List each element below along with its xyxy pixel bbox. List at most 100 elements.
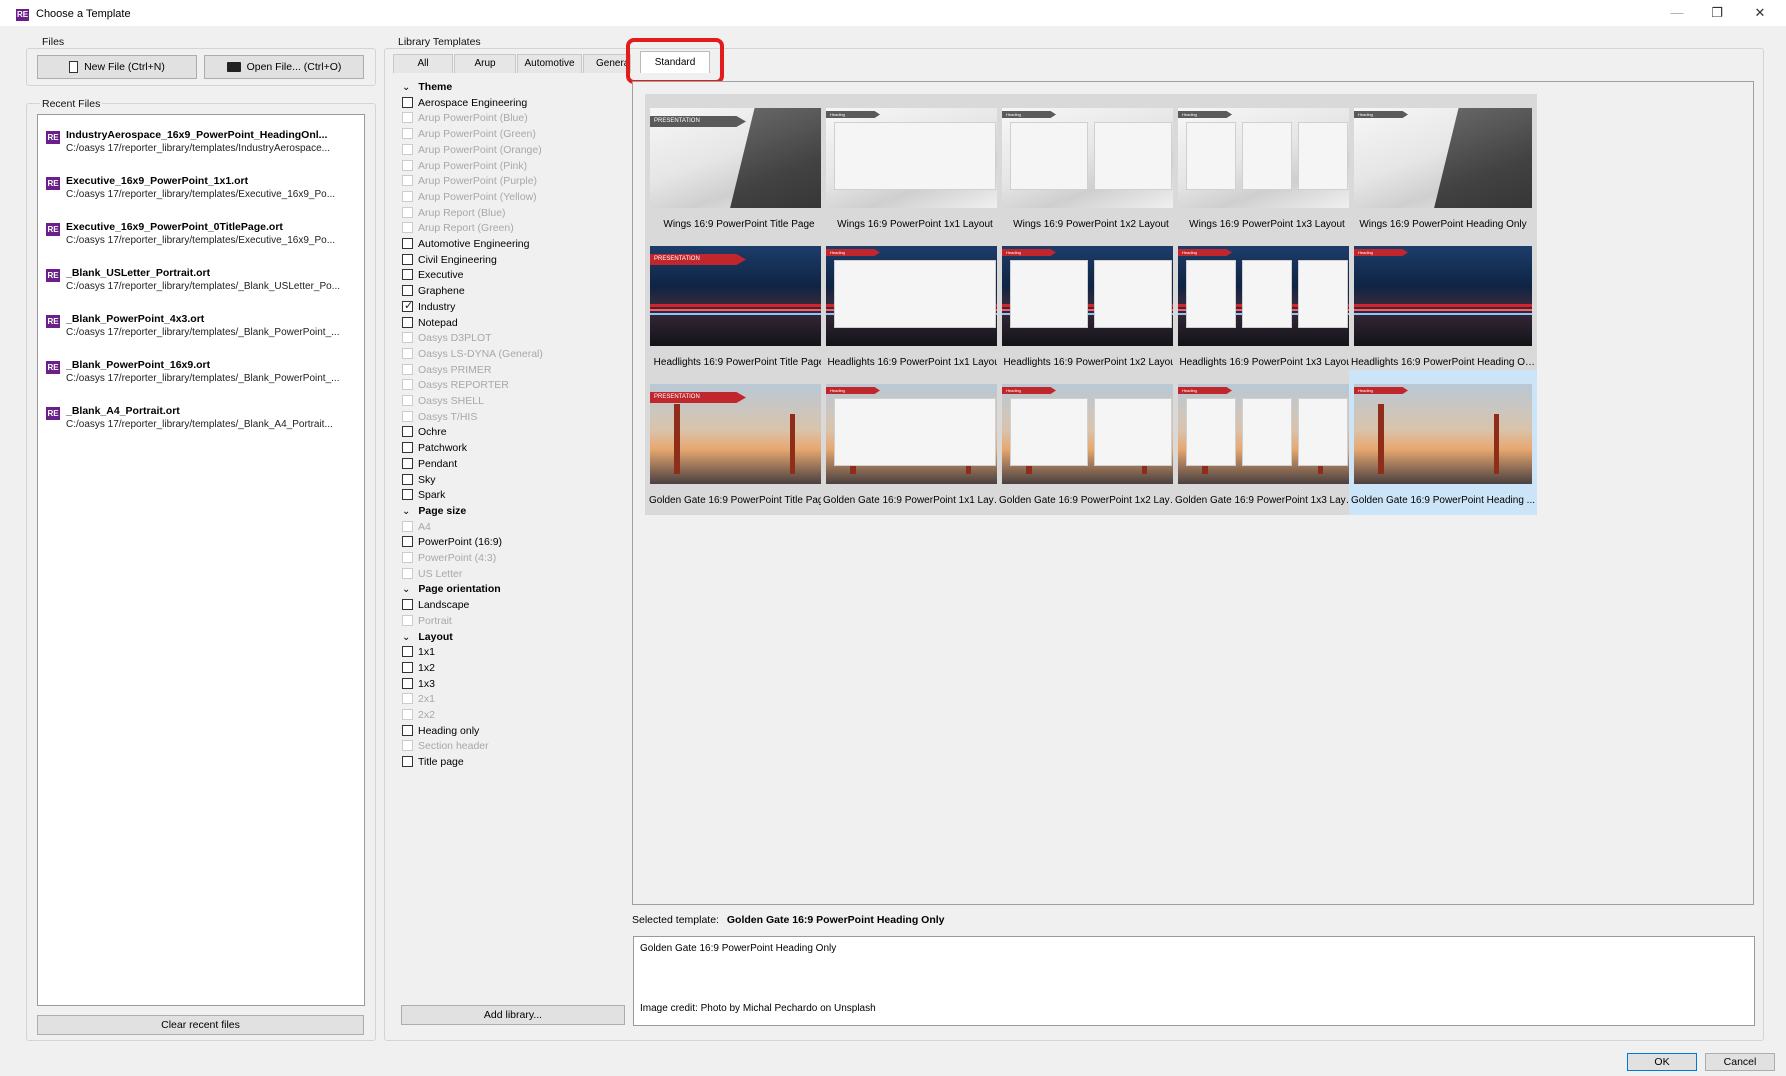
- checkbox[interactable]: [402, 677, 413, 689]
- reporter-file-icon: RE: [46, 361, 60, 374]
- checkbox[interactable]: [402, 457, 413, 469]
- ok-button[interactable]: OK: [1627, 1053, 1697, 1071]
- filter-option-label: US Letter: [418, 567, 463, 580]
- open-file-button[interactable]: Open File... (Ctrl+O): [204, 55, 364, 79]
- template-card[interactable]: Heading Wings 16:9 PowerPoint Heading Onl…: [1349, 94, 1537, 239]
- filter-option-label: Oasys REPORTER: [418, 379, 509, 392]
- heading-ribbon: Heading: [826, 111, 880, 118]
- recent-file-item[interactable]: RE IndustryAerospace_16x9_PowerPoint_Head…: [46, 121, 356, 161]
- filter-option[interactable]: Executive: [402, 269, 464, 281]
- title-ribbon: PRESENTATION: [650, 254, 746, 265]
- folder-icon: [226, 62, 241, 72]
- recent-file-name: IndustryAerospace_16x9_PowerPoint_Headin…: [66, 129, 328, 141]
- layout-panel: [834, 260, 996, 328]
- checkbox: [402, 112, 413, 124]
- restore-button[interactable]: ❐: [1702, 4, 1732, 22]
- checkbox[interactable]: [402, 661, 413, 673]
- filter-section-theme[interactable]: ⌄ Theme: [402, 81, 452, 93]
- title-bar: [0, 0, 1786, 26]
- checkbox: [402, 363, 413, 375]
- files-group-title: Files: [40, 36, 67, 48]
- checkbox[interactable]: [402, 646, 413, 658]
- recent-file-item[interactable]: RE _Blank_PowerPoint_4x3.ort C:/oasys 17/r…: [46, 305, 356, 345]
- template-card[interactable]: Heading Headlights 16:9 PowerPoint 1x1 La…: [821, 232, 1009, 377]
- filter-section-page-size[interactable]: ⌄ Page size: [402, 505, 466, 517]
- checkbox[interactable]: [402, 299, 413, 312]
- tab-automotive[interactable]: Automotive: [517, 54, 582, 73]
- recent-file-item[interactable]: RE _Blank_A4_Portrait.ort C:/oasys 17/repo…: [46, 397, 356, 437]
- filter-option[interactable]: Title page: [402, 756, 464, 768]
- filter-option: Arup PowerPoint (Yellow): [402, 190, 537, 203]
- template-card[interactable]: Heading Golden Gate 16:9 PowerPoint 1x2 L…: [997, 370, 1185, 515]
- template-card[interactable]: Heading Wings 16:9 PowerPoint 1x3 Layout: [1173, 94, 1361, 239]
- filter-option[interactable]: Civil Engineering: [402, 253, 497, 266]
- tab-general[interactable]: Genera: [583, 54, 631, 73]
- filter-section-orientation[interactable]: ⌄ Page orientation: [402, 583, 501, 595]
- filter-option[interactable]: Industry: [402, 299, 455, 313]
- template-card[interactable]: Heading Headlights 16:9 PowerPoint 1x3 La…: [1173, 232, 1361, 377]
- checkbox[interactable]: [402, 96, 413, 108]
- checkbox[interactable]: [402, 756, 413, 768]
- add-library-button[interactable]: Add library...: [401, 1005, 625, 1025]
- checkbox[interactable]: [402, 489, 413, 501]
- tab-arup[interactable]: Arup: [454, 54, 516, 73]
- filter-option[interactable]: Spark: [402, 489, 445, 501]
- new-file-button[interactable]: New File (Ctrl+N): [37, 55, 197, 79]
- filter-option[interactable]: Patchwork: [402, 442, 467, 454]
- clear-recent-files-button[interactable]: Clear recent files: [37, 1015, 364, 1035]
- filter-option[interactable]: Sky: [402, 473, 436, 486]
- filter-option[interactable]: Landscape: [402, 599, 469, 611]
- recent-file-item[interactable]: RE Executive_16x9_PowerPoint_1x1.ort C:/oa…: [46, 167, 356, 207]
- filter-option[interactable]: Automotive Engineering: [402, 238, 530, 250]
- template-thumbnail: PRESENTATION: [650, 246, 828, 346]
- template-card[interactable]: Heading Headlights 16:9 PowerPoint 1x2 La…: [997, 232, 1185, 377]
- template-card[interactable]: Heading Golden Gate 16:9 PowerPoint Headi…: [1349, 370, 1537, 515]
- filter-option[interactable]: 1x3: [402, 677, 435, 690]
- template-card[interactable]: Heading Headlights 16:9 PowerPoint Headin…: [1349, 232, 1537, 377]
- filter-option[interactable]: 1x2: [402, 661, 435, 674]
- filter-option[interactable]: 1x1: [402, 646, 435, 658]
- checkbox[interactable]: [402, 724, 413, 736]
- recent-files-list[interactable]: RE IndustryAerospace_16x9_PowerPoint_Head…: [37, 114, 365, 1006]
- checkbox[interactable]: [402, 426, 413, 438]
- layout-panel: [1186, 260, 1236, 328]
- tab-all[interactable]: All: [393, 54, 453, 73]
- minimize-button[interactable]: —: [1662, 4, 1692, 22]
- filter-option[interactable]: Heading only: [402, 724, 479, 737]
- filter-option[interactable]: Notepad: [402, 316, 458, 329]
- filter-option[interactable]: PowerPoint (16:9): [402, 536, 502, 548]
- template-card[interactable]: Heading Golden Gate 16:9 PowerPoint 1x1 L…: [821, 370, 1009, 515]
- selected-template-caption: Selected template: Golden Gate 16:9 Powe…: [632, 914, 945, 926]
- template-card[interactable]: Heading Wings 16:9 PowerPoint 1x2 Layout: [997, 94, 1185, 239]
- recent-file-item[interactable]: RE _Blank_PowerPoint_16x9.ort C:/oasys 17/…: [46, 351, 356, 391]
- cancel-button[interactable]: Cancel: [1705, 1053, 1775, 1071]
- close-button[interactable]: ✕: [1745, 4, 1775, 22]
- checkbox[interactable]: [402, 473, 413, 485]
- checkbox[interactable]: [402, 316, 413, 328]
- recent-file-name: _Blank_A4_Portrait.ort: [66, 405, 180, 417]
- filter-option[interactable]: Aerospace Engineering: [402, 96, 527, 109]
- template-card[interactable]: PRESENTATION Headlights 16:9 PowerPoint T…: [645, 232, 833, 377]
- template-card[interactable]: PRESENTATION Wings 16:9 PowerPoint Title …: [645, 94, 833, 239]
- filter-section-layout[interactable]: ⌄ Layout: [402, 631, 453, 643]
- template-card[interactable]: PRESENTATION Golden Gate 16:9 PowerPoint …: [645, 370, 833, 515]
- checkbox[interactable]: [402, 536, 413, 548]
- checkbox[interactable]: [402, 442, 413, 454]
- filter-option[interactable]: Pendant: [402, 457, 457, 470]
- checkbox[interactable]: [402, 599, 413, 611]
- template-card-label: Wings 16:9 PowerPoint Heading Only: [1359, 219, 1527, 230]
- template-card[interactable]: Heading Golden Gate 16:9 PowerPoint 1x3 L…: [1173, 370, 1361, 515]
- checkbox[interactable]: [402, 238, 413, 249]
- template-card-label: Headlights 16:9 PowerPoint Title Page: [653, 357, 825, 368]
- filter-option[interactable]: Graphene: [402, 285, 465, 297]
- new-file-label: New File (Ctrl+N): [84, 61, 165, 73]
- template-card[interactable]: Heading Wings 16:9 PowerPoint 1x1 Layout: [821, 94, 1009, 239]
- checkbox[interactable]: [402, 269, 413, 281]
- template-grid: PRESENTATION Wings 16:9 PowerPoint Title …: [632, 81, 1754, 905]
- filter-option: Oasys SHELL: [402, 395, 484, 407]
- recent-file-item[interactable]: RE Executive_16x9_PowerPoint_0TitlePage.o…: [46, 213, 356, 253]
- recent-file-item[interactable]: RE _Blank_USLetter_Portrait.ort C:/oasys 1…: [46, 259, 356, 299]
- filter-option[interactable]: Ochre: [402, 426, 447, 438]
- checkbox[interactable]: [402, 285, 413, 297]
- checkbox[interactable]: [402, 253, 413, 265]
